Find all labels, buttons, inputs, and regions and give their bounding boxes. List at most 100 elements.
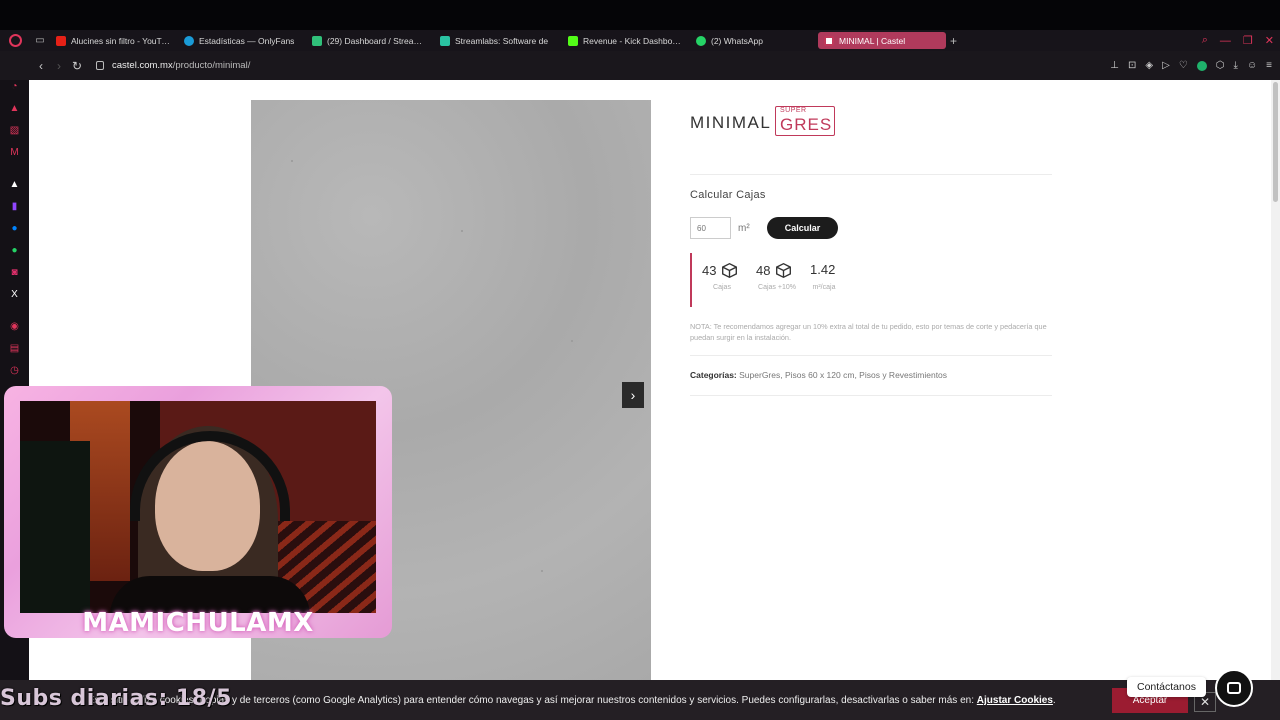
history-icon[interactable]: ◷ xyxy=(8,364,21,377)
streamer-name: MAMICHULAMX xyxy=(82,608,314,638)
tab-title: Revenue - Kick Dashboard xyxy=(583,35,684,46)
search-icon[interactable]: ⌕ xyxy=(1202,34,1208,47)
opera-logo-icon[interactable] xyxy=(0,30,30,51)
tab-castel[interactable]: MINIMAL | Castel xyxy=(818,32,946,49)
boxes-extra-label: Cajas +10% xyxy=(758,284,796,291)
minimize-icon[interactable]: — xyxy=(1220,35,1231,47)
x-icon[interactable]: X xyxy=(8,288,21,301)
tab-title: Streamlabs: Software de xyxy=(455,35,549,46)
url-field[interactable]: castel.com.mx/producto/minimal/ xyxy=(112,60,250,71)
tab-youtube[interactable]: Alucines sin filtro - YouTube xyxy=(50,32,178,49)
boxes-extra-value: 48 xyxy=(756,263,771,278)
subs-counter: Subs diarias: 18/5 xyxy=(0,686,232,711)
back-icon[interactable]: ‹ xyxy=(32,59,50,73)
divider xyxy=(690,395,1052,396)
url-path: /producto/minimal/ xyxy=(172,60,251,71)
m2-per-box-value: 1.42 xyxy=(810,262,836,277)
calculator-results: 43 Cajas 48 Cajas +10% 1.42 m²/caja xyxy=(690,253,890,307)
castel-icon xyxy=(824,35,834,46)
pin-icon[interactable]: ⊥ xyxy=(1110,60,1119,71)
onlyfans-icon xyxy=(184,35,194,46)
next-image-button[interactable]: › xyxy=(622,382,644,408)
toolbar-icons: ⊥ ⊡ ◈ ▷ ♡ ⬡ ⤓ ☺ ≡ xyxy=(1110,51,1272,80)
dashboard-icon xyxy=(312,35,322,46)
contact-label[interactable]: Contáctanos xyxy=(1127,677,1206,697)
result-m2-per-box: 1.42 xyxy=(810,262,835,277)
unit-label: m² xyxy=(738,223,750,234)
download-icon[interactable]: ⤓ xyxy=(1234,60,1238,71)
whatsapp-icon xyxy=(696,35,706,46)
messenger-icon[interactable]: ● xyxy=(8,222,21,235)
page-scrollbar[interactable] xyxy=(1271,80,1280,680)
cookie-text: Este sitio utiliza cookies propias y de … xyxy=(88,695,1056,706)
chat-icon xyxy=(1227,682,1241,694)
address-bar: ‹ › ↻ castel.com.mx/producto/minimal/ ⊥ … xyxy=(0,51,1280,80)
puzzle-icon[interactable]: ⬡ xyxy=(1216,60,1225,71)
adjust-cookies-link[interactable]: Ajustar Cookies xyxy=(977,695,1053,706)
tab-onlyfans[interactable]: Estadísticas — OnlyFans xyxy=(178,32,306,49)
chat-button[interactable] xyxy=(1215,669,1253,707)
corner-icon[interactable]: ▧ xyxy=(8,124,21,137)
screen: ▭ Alucines sin filtro - YouTube Estadíst… xyxy=(0,0,1280,720)
box-icon xyxy=(722,262,738,279)
tab-kick[interactable]: Revenue - Kick Dashboard xyxy=(562,32,690,49)
kick-icon xyxy=(568,35,578,46)
menu-icon[interactable]: ≡ xyxy=(1266,60,1272,71)
tab-whatsapp[interactable]: (2) WhatsApp xyxy=(690,32,818,49)
tab-streamlabs[interactable]: Streamlabs: Software de xyxy=(434,32,562,49)
player-icon[interactable]: ◉ xyxy=(8,320,21,333)
webcam-feed xyxy=(20,401,376,613)
new-tab-icon[interactable]: + xyxy=(950,34,957,48)
profile-icon[interactable]: ☺ xyxy=(1247,60,1257,71)
note-text: NOTA: Te recomendamos agregar un 10% ext… xyxy=(690,322,1047,342)
boxes-label: Cajas xyxy=(713,284,731,291)
area-input[interactable] xyxy=(690,217,731,239)
category-link[interactable]: SuperGres xyxy=(739,370,780,380)
calculator-title: Calcular Cajas xyxy=(690,189,766,201)
extension-icon[interactable] xyxy=(1196,60,1207,71)
shield-icon[interactable]: ◈ xyxy=(1145,60,1153,71)
tab-dashboard[interactable]: (29) Dashboard / Streamer xyxy=(306,32,434,49)
calculate-button[interactable]: Calcular xyxy=(767,217,838,239)
brand-top: SUPER xyxy=(780,107,807,114)
boxes-value: 43 xyxy=(702,263,717,278)
scrollbar-thumb[interactable] xyxy=(1273,82,1278,202)
whatsapp-sidebar-icon[interactable]: ● xyxy=(8,244,21,257)
gx-mod-icon[interactable]: M xyxy=(8,146,21,159)
close-icon[interactable]: ✕ xyxy=(1265,34,1274,47)
tab-overview-icon[interactable]: ▭ xyxy=(30,35,50,46)
maximize-icon[interactable]: ❐ xyxy=(1243,34,1253,47)
heart-icon[interactable]: ♡ xyxy=(1179,60,1188,71)
divider xyxy=(690,355,1052,356)
youtube-icon xyxy=(56,35,66,46)
product-title: MINIMAL xyxy=(690,113,772,132)
tab-title: MINIMAL | Castel xyxy=(839,35,906,46)
window-controls: ⌕ — ❐ ✕ xyxy=(1202,30,1274,51)
aria-icon[interactable]: ▲ xyxy=(8,178,21,191)
result-boxes-extra: 48 xyxy=(756,262,792,279)
play-icon[interactable]: ▷ xyxy=(1162,60,1170,71)
twitch-icon[interactable]: ▮ xyxy=(8,200,21,213)
box-icon xyxy=(776,262,792,279)
category-link[interactable]: Pisos 60 x 120 cm xyxy=(785,370,854,380)
wallet-icon[interactable]: ▤ xyxy=(8,342,21,355)
top-black-bar xyxy=(0,0,1280,30)
gx-control-icon[interactable]: ▲ xyxy=(8,102,21,115)
tab-title: (29) Dashboard / Streamer xyxy=(327,35,428,46)
tab-title: (2) WhatsApp xyxy=(711,35,763,46)
reload-icon[interactable]: ↻ xyxy=(68,59,86,73)
instagram-icon[interactable]: ◙ xyxy=(8,266,21,279)
category-link[interactable]: Pisos y Revestimientos xyxy=(859,370,947,380)
speed-dial-icon[interactable]: ◔ xyxy=(8,80,21,93)
webcam-overlay: MAMICHULAMX xyxy=(4,386,392,638)
brand-logo: SUPER GRES xyxy=(775,106,835,136)
brand-main: GRES xyxy=(780,115,833,134)
m2-per-box-label: m²/caja xyxy=(812,284,836,291)
tab-title: Estadísticas — OnlyFans xyxy=(199,35,295,46)
tab-title: Alucines sin filtro - YouTube xyxy=(71,35,172,46)
snapshot-icon[interactable]: ⊡ xyxy=(1128,60,1136,71)
lock-icon[interactable] xyxy=(96,61,104,70)
tab-strip: ▭ Alucines sin filtro - YouTube Estadíst… xyxy=(0,30,1280,51)
categories: Categorías: SuperGres, Pisos 60 x 120 cm… xyxy=(690,370,948,380)
forward-icon[interactable]: › xyxy=(50,59,68,73)
